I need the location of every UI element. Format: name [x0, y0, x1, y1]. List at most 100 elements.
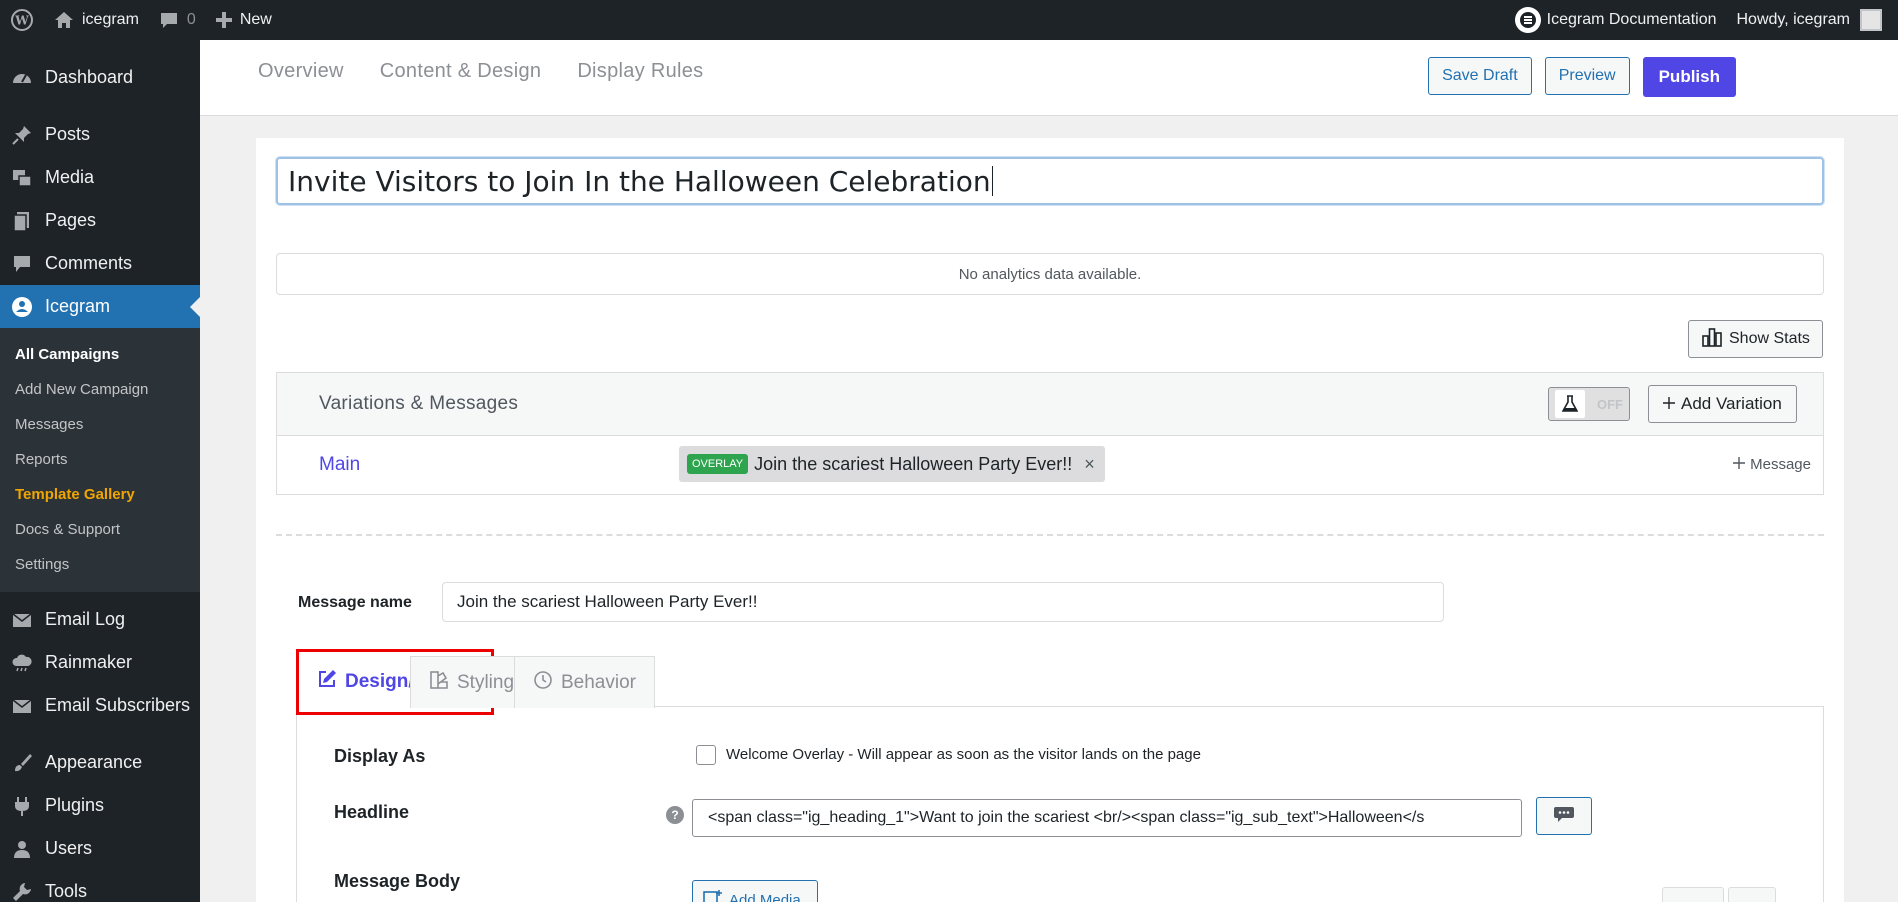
comment-icon	[159, 11, 179, 29]
comments-count: 0	[186, 11, 196, 28]
icegram-icon	[10, 295, 34, 319]
site-name: icegram	[82, 11, 139, 28]
submenu-add-new-campaign[interactable]: Add New Campaign	[0, 372, 200, 407]
sidebar-item-label: Dashboard	[45, 67, 134, 87]
header-actions: Save Draft Preview Publish	[1428, 57, 1736, 97]
icegram-submenu: All Campaigns Add New Campaign Messages …	[0, 328, 200, 592]
sidebar-item-label: Comments	[45, 253, 133, 273]
editor-text-tab[interactable]	[1728, 887, 1776, 902]
user-icon	[10, 837, 34, 861]
sidebar-item-label: Users	[45, 838, 93, 858]
sidebar-item-label: Email Log	[45, 609, 126, 629]
variation-main-link[interactable]: Main	[319, 454, 360, 476]
sidebar-item-pages[interactable]: Pages	[0, 199, 200, 242]
display-as-label: Display As	[334, 746, 426, 766]
submenu-docs-support[interactable]: Docs & Support	[0, 512, 200, 547]
tab-overview[interactable]: Overview	[258, 60, 344, 83]
sidebar-item-comments[interactable]: Comments	[0, 242, 200, 285]
sidebar-item-media[interactable]: Media	[0, 156, 200, 199]
close-icon[interactable]: ×	[1084, 454, 1095, 475]
comment-icon	[10, 252, 34, 276]
campaign-card: Invite Visitors to Join In the Halloween…	[256, 138, 1844, 902]
campaign-title-input[interactable]: Invite Visitors to Join In the Halloween…	[276, 157, 1824, 205]
dashboard-icon	[10, 66, 34, 90]
sidebar-item-email-subscribers[interactable]: Email Subscribers	[0, 684, 200, 727]
sidebar-item-label: Pages	[45, 210, 97, 230]
site-name-link[interactable]: icegram	[44, 0, 149, 40]
submenu-all-campaigns[interactable]: All Campaigns	[0, 337, 200, 372]
tab-label: Behavior	[561, 671, 636, 693]
variations-title: Variations & Messages	[319, 393, 519, 414]
avatar	[1860, 9, 1882, 31]
editor-visual-tab[interactable]	[1662, 887, 1724, 902]
add-media-button[interactable]: Add Media	[692, 880, 818, 902]
submenu-messages[interactable]: Messages	[0, 407, 200, 442]
sidebar-item-label: Rainmaker	[45, 652, 133, 672]
add-variation-label: Add Variation	[1681, 394, 1782, 413]
variations-header: Variations & Messages OFF Add Variation	[277, 373, 1823, 436]
palette-icon	[429, 670, 449, 696]
message-body-label: Message Body	[334, 871, 461, 891]
ab-test-toggle[interactable]: OFF	[1548, 387, 1630, 421]
icegram-logo-icon	[1514, 7, 1541, 33]
admin-bar: W icegram 0 New Icegram Documentation Ho…	[0, 0, 1898, 40]
save-draft-button[interactable]: Save Draft	[1428, 57, 1532, 95]
sidebar-item-posts[interactable]: Posts	[0, 113, 200, 156]
plugin-icon	[10, 794, 34, 818]
submenu-reports[interactable]: Reports	[0, 442, 200, 477]
help-icon[interactable]: ?	[666, 806, 684, 824]
add-variation-button[interactable]: Add Variation	[1648, 385, 1797, 423]
flask-icon	[1555, 390, 1585, 418]
wordpress-logo-icon[interactable]: W	[0, 0, 44, 40]
publish-button[interactable]: Publish	[1642, 57, 1736, 97]
new-label: New	[239, 11, 272, 28]
sidebar-item-appearance[interactable]: Appearance	[0, 741, 200, 784]
sidebar-item-email-log[interactable]: Email Log	[0, 598, 200, 641]
speech-bubble-icon	[1553, 805, 1575, 828]
message-name-value: Join the scariest Halloween Party Ever!!	[457, 592, 758, 611]
sidebar-item-label: Plugins	[45, 795, 105, 815]
message-name-input[interactable]: Join the scariest Halloween Party Ever!!	[442, 582, 1444, 622]
admin-sidebar: Dashboard Posts Media Pages Comments Ice…	[0, 40, 200, 902]
plus-icon	[1663, 394, 1675, 414]
sidebar-item-label: Icegram	[45, 296, 111, 316]
analytics-panel: No analytics data available.	[276, 253, 1824, 295]
my-account-link[interactable]: Howdy, icegram	[1726, 0, 1898, 40]
cloud-icon	[10, 651, 34, 675]
message-chip-title: Join the scariest Halloween Party Ever!!	[754, 453, 1073, 474]
brush-icon	[10, 751, 34, 775]
svg-text:W: W	[14, 14, 29, 28]
docs-label: Icegram Documentation	[1546, 11, 1717, 28]
bar-chart-icon	[1701, 327, 1723, 352]
headline-input[interactable]: <span class="ig_heading_1">Want to join …	[692, 799, 1522, 837]
submenu-template-gallery[interactable]: Template Gallery	[0, 477, 200, 512]
sidebar-item-label: Appearance	[45, 752, 143, 772]
plus-icon	[1733, 456, 1746, 473]
wrench-icon	[10, 880, 34, 902]
message-chip[interactable]: OVERLAY Join the scariest Halloween Part…	[679, 446, 1105, 482]
tab-display-rules[interactable]: Display Rules	[577, 60, 703, 83]
icegram-docs-link[interactable]: Icegram Documentation	[1505, 0, 1727, 40]
sidebar-item-tools[interactable]: Tools	[0, 870, 200, 902]
sidebar-item-plugins[interactable]: Plugins	[0, 784, 200, 827]
media-icon	[703, 889, 723, 902]
tab-behavior[interactable]: Behavior	[514, 656, 655, 708]
sidebar-item-dashboard[interactable]: Dashboard	[0, 56, 200, 99]
comments-link[interactable]: 0	[149, 0, 206, 40]
message-type-badge: OVERLAY	[687, 454, 749, 474]
welcome-overlay-label: Welcome Overlay - Will appear as soon as…	[726, 746, 1201, 763]
tab-content-design[interactable]: Content & Design	[380, 60, 542, 83]
add-message-button[interactable]: Message	[1733, 456, 1811, 473]
sidebar-item-icegram[interactable]: Icegram	[0, 285, 200, 328]
submenu-settings[interactable]: Settings	[0, 547, 200, 582]
sidebar-item-rainmaker[interactable]: Rainmaker	[0, 641, 200, 684]
headline-generate-button[interactable]	[1536, 797, 1592, 835]
new-content-link[interactable]: New	[206, 0, 282, 40]
preview-button[interactable]: Preview	[1544, 57, 1630, 95]
sidebar-item-users[interactable]: Users	[0, 827, 200, 870]
welcome-overlay-checkbox[interactable]	[696, 745, 716, 765]
section-divider	[276, 534, 1824, 536]
add-media-label: Add Media	[729, 891, 801, 902]
show-stats-button[interactable]: Show Stats	[1688, 320, 1823, 358]
tab-label: Styling	[457, 671, 515, 693]
